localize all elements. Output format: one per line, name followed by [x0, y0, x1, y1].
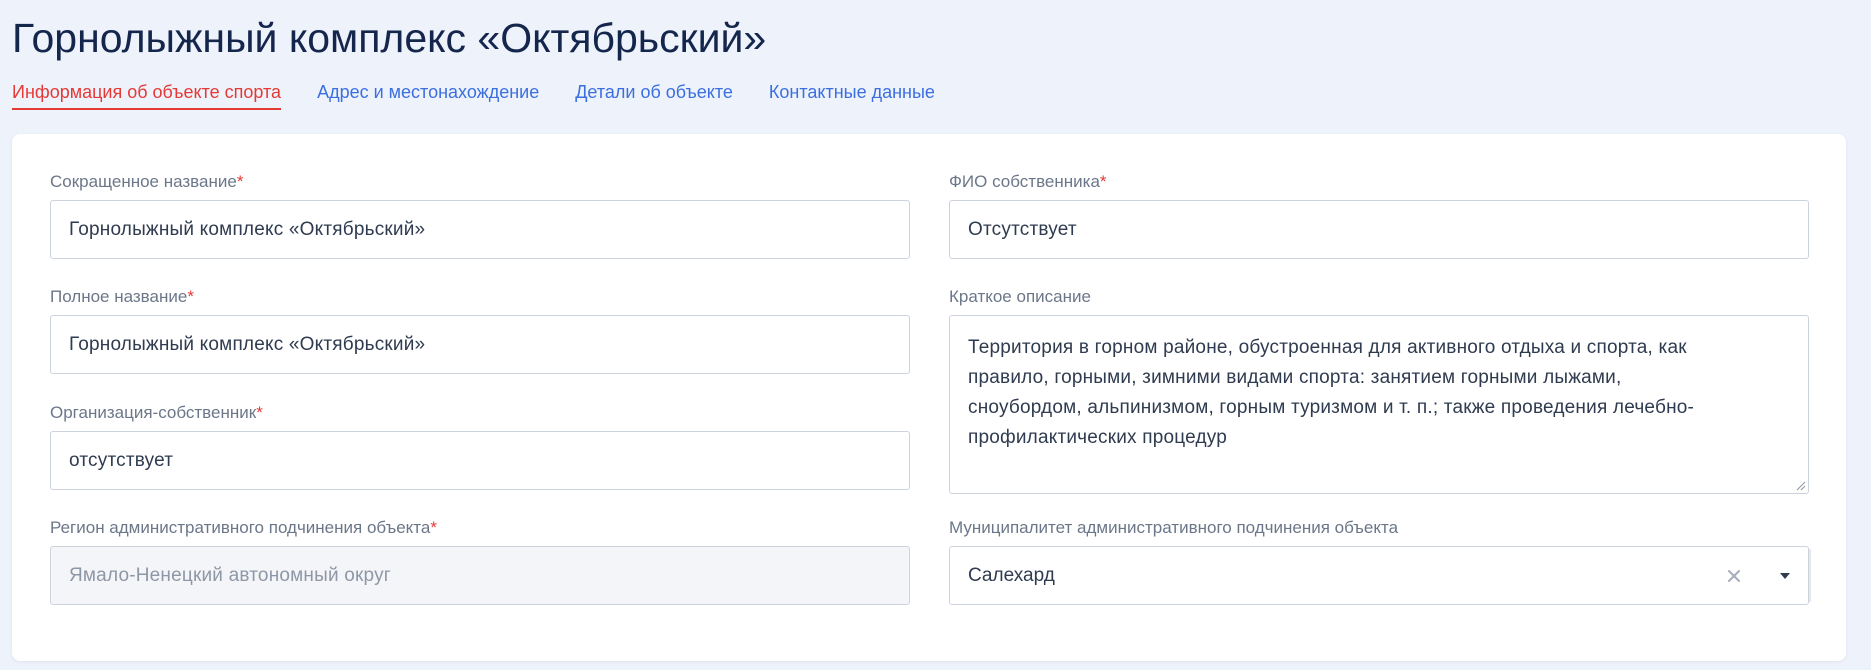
tab-sport-object-info[interactable]: Информация об объекте спорта: [12, 80, 282, 110]
owner-name-label: ФИО собственника*: [949, 172, 1107, 191]
owner-org-field: Организация-собственник* отсутствует: [50, 403, 910, 490]
select-divider: [1809, 549, 1811, 602]
short-name-field: Сокращенное название* Горнолыжный компле…: [50, 172, 910, 259]
page-title: Горнолыжный комплекс «Октябрьский»: [12, 15, 767, 61]
municipality-label: Муниципалитет административного подчинен…: [949, 518, 1399, 537]
resize-grip-icon[interactable]: [1796, 481, 1806, 491]
description-line: правило, горными, зимними видами спорта:…: [968, 367, 1622, 388]
full-name-field: Полное название* Горнолыжный комплекс «О…: [50, 287, 910, 374]
description-field: Краткое описание Территория в горном рай…: [949, 287, 1809, 494]
full-name-input[interactable]: Горнолыжный комплекс «Октябрьский»: [50, 315, 910, 374]
form-card: Сокращенное название* Горнолыжный компле…: [12, 134, 1846, 661]
municipality-field: Муниципалитет административного подчинен…: [949, 518, 1811, 605]
description-label: Краткое описание: [949, 287, 1091, 306]
owner-name-input[interactable]: Отсутствует: [949, 200, 1809, 259]
required-mark: *: [1099, 172, 1107, 191]
municipality-selected-value: Салехард: [968, 564, 1055, 586]
required-mark: *: [430, 518, 437, 537]
tab-bar: Информация об объекте спорта Адрес и мес…: [12, 80, 971, 114]
owner-org-input[interactable]: отсутствует: [50, 431, 910, 490]
full-name-label: Полное название*: [50, 287, 194, 306]
chevron-down-icon[interactable]: [1780, 572, 1790, 579]
required-mark: *: [187, 287, 194, 306]
region-input: Ямало-Ненецкий автономный округ: [50, 546, 910, 605]
tab-contact-data[interactable]: Контактные данные: [769, 80, 935, 110]
short-name-label: Сокращенное название*: [50, 172, 244, 191]
tab-object-details[interactable]: Детали об объекте: [575, 80, 733, 110]
description-line: Территория в горном районе, обустроенная…: [968, 337, 1687, 358]
description-line: сноубордом, альпинизмом, горным туризмом…: [968, 397, 1695, 418]
municipality-select[interactable]: Салехард: [949, 546, 1811, 605]
owner-org-label: Организация-собственник*: [50, 403, 263, 422]
region-field: Регион административного подчинения объе…: [50, 518, 910, 605]
owner-name-field: ФИО собственника* Отсутствует: [949, 172, 1809, 259]
required-mark: *: [236, 172, 244, 191]
close-icon[interactable]: [1726, 568, 1742, 584]
region-label: Регион административного подчинения объе…: [50, 518, 437, 537]
description-line: профилактических процедур: [968, 427, 1228, 448]
description-textarea[interactable]: Территория в горном районе, обустроенная…: [949, 315, 1809, 494]
short-name-input[interactable]: Горнолыжный комплекс «Октябрьский»: [50, 200, 910, 259]
required-mark: *: [256, 403, 263, 422]
tab-address-location[interactable]: Адрес и местонахождение: [317, 80, 539, 110]
